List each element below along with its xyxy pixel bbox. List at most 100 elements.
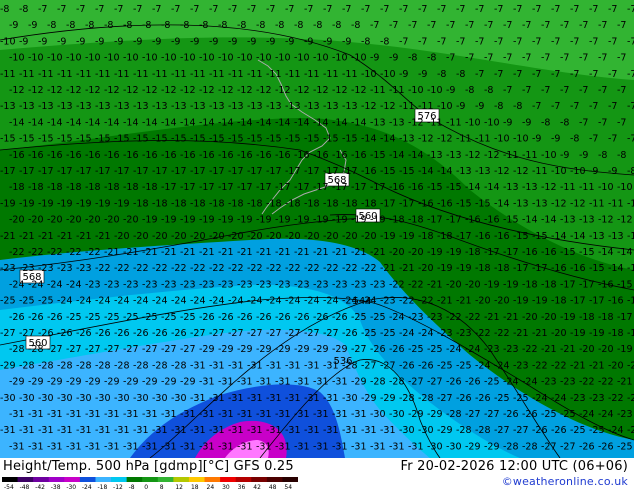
temperature-label: -12 [627, 231, 634, 242]
temperature-label: -16 [142, 150, 158, 161]
temperature-label: -24 [551, 393, 567, 404]
temperature-label: -30 [95, 393, 111, 404]
temperature-label: -21 [19, 231, 35, 242]
temperature-label: -11 [152, 69, 168, 80]
temperature-label: -26 [256, 312, 272, 323]
temperature-label: -8 [66, 20, 75, 31]
temperature-label: -10 [275, 53, 291, 64]
temperature-label: -11 [418, 101, 434, 112]
temperature-label: -10 [123, 53, 139, 64]
temperature-label: -30 [171, 393, 187, 404]
temperature-label: -8 [332, 20, 341, 31]
temperature-label: -31 [218, 409, 234, 420]
temperature-label: -14 [123, 117, 139, 128]
temperature-label: -27 [247, 328, 263, 339]
scale-swatch [235, 477, 252, 482]
temperature-label: -31 [380, 425, 396, 436]
scale-label: -42 [35, 484, 45, 490]
temperature-label: -16 [570, 263, 586, 274]
temperature-label: -31 [199, 409, 215, 420]
temperature-label: -31 [247, 425, 263, 436]
temperature-label: -20 [389, 247, 405, 258]
temperature-label: -31 [85, 441, 101, 452]
temperature-label: -20 [85, 215, 101, 226]
credit-link[interactable]: ©weatheronline.co.uk [502, 475, 628, 488]
temperature-label: -16 [551, 263, 567, 274]
temperature-label: -11 [266, 69, 282, 80]
temperature-label: -31 [114, 425, 130, 436]
temperature-label: -29 [408, 409, 424, 420]
temperature-label: -17 [456, 231, 472, 242]
temperature-label: -8 [237, 20, 246, 31]
temperature-label: -22 [47, 247, 63, 258]
scale-swatch [157, 477, 174, 482]
temperature-label: -28 [152, 360, 168, 371]
temperature-label: -7 [513, 36, 522, 47]
temperature-label: -12 [408, 117, 424, 128]
temperature-label: -30 [418, 425, 434, 436]
temperature-label: -7 [560, 53, 569, 64]
temperature-label: -12 [47, 85, 63, 96]
temperature-label: -7 [627, 134, 634, 145]
temperature-label: -31 [152, 425, 168, 436]
temperature-label: -7 [285, 4, 294, 15]
temperature-label: -25 [570, 425, 586, 436]
temperature-label: -11 [323, 69, 339, 80]
temperature-label: -19 [532, 296, 548, 307]
temperature-label: -7 [503, 85, 512, 96]
temperature-label: -9 [560, 150, 569, 161]
temperature-label: -16 [199, 150, 215, 161]
temperature-label: -15 [617, 279, 633, 290]
temperature-label: -17 [399, 198, 415, 209]
temperature-label: -23 [294, 279, 310, 290]
temperature-label: -8 [104, 20, 113, 31]
scale-swatch [79, 477, 96, 482]
temperature-label: -7 [608, 134, 617, 145]
temperature-label: -7 [475, 36, 484, 47]
temperature-label: -17 [285, 166, 301, 177]
temperature-label: -25 [161, 312, 177, 323]
temperature-label: -31 [66, 409, 82, 420]
scale-label: 18 [191, 484, 199, 490]
temperature-label: -25 [85, 312, 101, 323]
temperature-label: -20 [541, 312, 557, 323]
temperature-label: -16 [351, 150, 367, 161]
temperature-label: -16 [494, 231, 510, 242]
temperature-label: -31 [351, 409, 367, 420]
temperature-label: -31 [332, 409, 348, 420]
temperature-label: -7 [608, 101, 617, 112]
temperature-label: -12 [617, 215, 633, 226]
temperature-label: -21 [532, 328, 548, 339]
temperature-label: -31 [190, 360, 206, 371]
temperature-label: -7 [465, 53, 474, 64]
temperature-label: -29 [275, 344, 291, 355]
temperature-label: -22 [9, 247, 25, 258]
temperature-label: -22 [389, 279, 405, 290]
temperature-label: -15 [475, 198, 491, 209]
temperature-label: -23 [427, 312, 443, 323]
temperature-label: -16 [437, 198, 453, 209]
temperature-label: -25 [513, 393, 529, 404]
temperature-label: -12 [85, 85, 101, 96]
temperature-label: -14 [218, 117, 234, 128]
temperature-label: -13 [304, 101, 320, 112]
temperature-label: -25 [361, 328, 377, 339]
temperature-label: -17 [617, 312, 633, 323]
scale-swatch [48, 477, 65, 482]
scale-label: 36 [238, 484, 246, 490]
temperature-label: -7 [551, 69, 560, 80]
temperature-label: -8 [180, 20, 189, 31]
temperature-label: -16 [180, 150, 196, 161]
temperature-label: -17 [304, 166, 320, 177]
temperature-label: -7 [532, 69, 541, 80]
temperature-label: -8 [380, 36, 389, 47]
temperature-label: -17 [247, 166, 263, 177]
temperature-label: -7 [456, 36, 465, 47]
temperature-label: -25 [104, 312, 120, 323]
temperature-label: -17 [76, 166, 92, 177]
temperature-label: -13 [522, 182, 538, 193]
temperature-label: -23 [218, 279, 234, 290]
scale-label: 42 [253, 484, 261, 490]
temperature-label: -12 [161, 85, 177, 96]
temperature-label: -31 [133, 425, 149, 436]
